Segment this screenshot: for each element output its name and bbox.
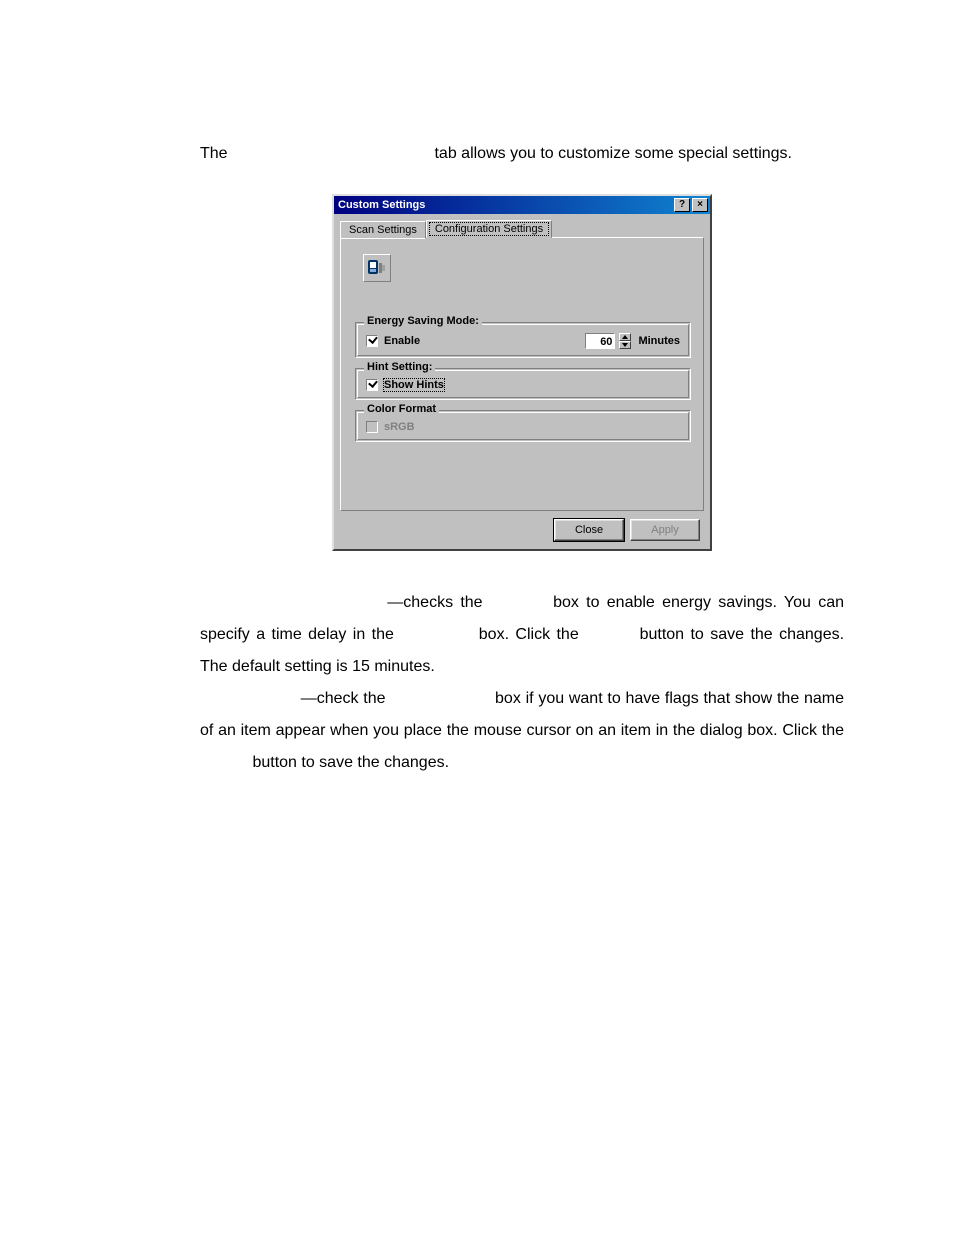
spin-down-button[interactable]	[619, 341, 631, 349]
tab-scan-settings[interactable]: Scan Settings	[340, 221, 426, 239]
checkbox-show-hints-label: Show Hints	[384, 379, 444, 391]
legend-hint: Hint Setting:	[364, 361, 435, 373]
p1-a: —checks the	[387, 594, 482, 611]
intro-the: The	[200, 145, 228, 162]
config-tool-icon[interactable]	[363, 254, 391, 282]
tab-page-configuration: Energy Saving Mode: Enable 60	[340, 237, 704, 511]
checkbox-enable-energy[interactable]: Enable	[366, 335, 420, 347]
paragraph-energy: —checks the box to enable energy savings…	[200, 587, 844, 683]
checkbox-show-hints[interactable]: Show Hints	[366, 379, 444, 391]
legend-color: Color Format	[364, 403, 439, 415]
p2-a: —check the	[301, 690, 386, 707]
minutes-unit: Minutes	[638, 335, 680, 347]
apply-button[interactable]: Apply	[630, 519, 700, 541]
dialog-button-row: Close Apply	[340, 511, 704, 543]
checkbox-box-icon	[366, 421, 378, 433]
paragraph-hint: —check the box if you want to have flags…	[200, 683, 844, 779]
minutes-value[interactable]: 60	[585, 333, 615, 349]
tab-strip: Scan Settings Configuration Settings	[340, 220, 704, 238]
toolbar-row	[355, 248, 691, 322]
p1-e: button to save	[640, 626, 744, 643]
checkbox-srgb: sRGB	[366, 421, 415, 433]
dialog-title: Custom Settings	[338, 199, 674, 211]
intro-paragraph: The tab allows you to customize some spe…	[200, 138, 844, 170]
group-hint-setting: Hint Setting: Show Hints	[355, 368, 691, 400]
close-button[interactable]: Close	[554, 519, 624, 541]
spin-up-button[interactable]	[619, 333, 631, 341]
titlebar-help-button[interactable]: ?	[674, 198, 690, 212]
legend-energy: Energy Saving Mode:	[364, 315, 482, 327]
p1-b: box to enable energy savings. You	[553, 594, 811, 611]
dialog-wrapper: Custom Settings ? × Scan Settings Config…	[200, 194, 844, 551]
minutes-spinbox[interactable]: 60 Minutes	[585, 333, 680, 349]
chevron-up-icon	[622, 335, 628, 339]
group-color-format: Color Format sRGB	[355, 410, 691, 442]
p2-b: box if you want to have flags that show	[495, 690, 772, 707]
titlebar-close-button[interactable]: ×	[692, 198, 708, 212]
p2-e: button to save the changes.	[252, 754, 449, 771]
checkbox-srgb-label: sRGB	[384, 421, 415, 433]
titlebar[interactable]: Custom Settings ? ×	[334, 196, 710, 214]
intro-rest: tab allows you to customize some special…	[434, 145, 792, 162]
checkbox-enable-label: Enable	[384, 335, 420, 347]
chevron-down-icon	[622, 343, 628, 347]
p1-d: box. Click the	[479, 626, 579, 643]
document-page: The tab allows you to customize some spe…	[0, 0, 954, 1235]
p2-d: dialog box. Click the	[700, 722, 844, 739]
checkbox-box-icon	[366, 379, 378, 391]
group-energy-saving: Energy Saving Mode: Enable 60	[355, 322, 691, 358]
wrench-plug-icon	[366, 257, 388, 279]
checkbox-box-icon	[366, 335, 378, 347]
below-dialog-text: —checks the box to enable energy savings…	[200, 587, 844, 779]
custom-settings-dialog: Custom Settings ? × Scan Settings Config…	[332, 194, 712, 551]
tab-configuration-settings[interactable]: Configuration Settings	[426, 220, 552, 238]
